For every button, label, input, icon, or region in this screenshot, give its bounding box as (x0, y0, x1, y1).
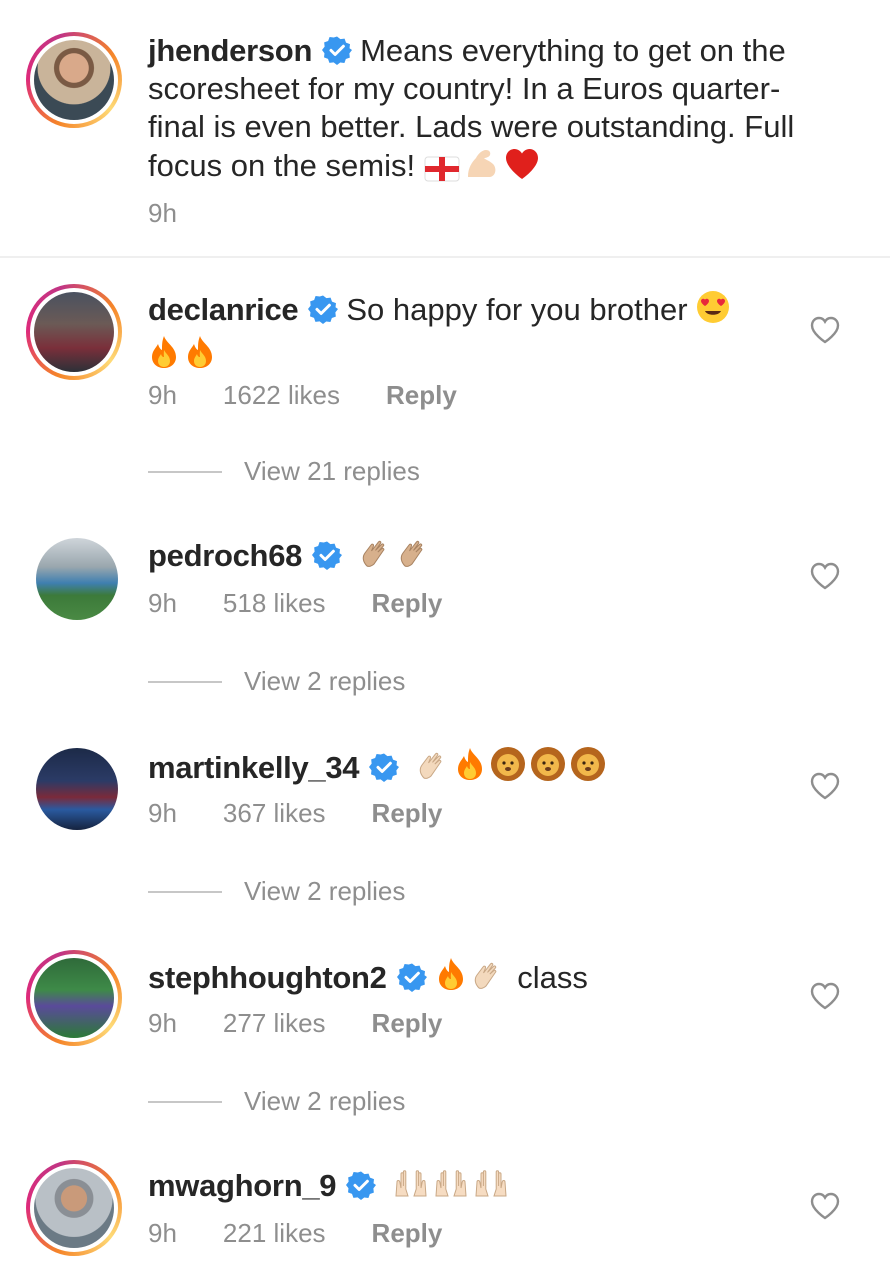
verified-badge-icon (369, 753, 400, 782)
caption-divider (0, 256, 890, 258)
comment-likes[interactable]: 1622 likes (223, 380, 340, 411)
view-replies-button[interactable]: View 2 replies (148, 1086, 405, 1117)
like-heart-icon[interactable] (810, 772, 840, 800)
comment-text: declanrice So happy for you brother (148, 290, 770, 380)
view-replies-button[interactable]: View 2 replies (148, 666, 405, 697)
view-replies-label[interactable]: View 2 replies (244, 666, 405, 697)
like-heart-icon[interactable] (810, 982, 840, 1010)
comment-likes[interactable]: 277 likes (223, 1008, 326, 1039)
caption-meta: 9h (148, 198, 177, 229)
comment-username[interactable]: stephhoughton2 (148, 960, 387, 995)
clapping-hands-icon (359, 536, 393, 580)
clapping-hands-icon (397, 536, 431, 580)
raising-hands-icon (393, 1166, 429, 1210)
comment-avatar[interactable] (26, 284, 122, 380)
caption-avatar[interactable] (26, 32, 122, 128)
verified-badge-icon (396, 963, 427, 992)
comment-avatar[interactable] (36, 538, 118, 620)
reply-button[interactable]: Reply (372, 588, 443, 619)
comment-username[interactable]: mwaghorn_9 (148, 1168, 337, 1203)
comment-body: So happy for you brother (346, 292, 688, 327)
view-replies-button[interactable]: View 2 replies (148, 876, 405, 907)
reply-button[interactable]: Reply (372, 798, 443, 829)
fire-icon (435, 956, 467, 1002)
view-replies-label[interactable]: View 21 replies (244, 456, 420, 487)
comment-time: 9h (148, 798, 177, 828)
red-heart-icon (504, 148, 540, 190)
like-heart-icon[interactable] (810, 562, 840, 590)
comment-username[interactable]: declanrice (148, 292, 299, 327)
view-replies-label[interactable]: View 2 replies (244, 876, 405, 907)
comment-avatar[interactable] (26, 1160, 122, 1256)
fire-icon (454, 746, 486, 792)
flag-england-icon (424, 152, 460, 190)
reply-button[interactable]: Reply (372, 1218, 443, 1249)
like-heart-icon[interactable] (810, 1192, 840, 1220)
comment-text: martinkelly_34 (148, 746, 770, 792)
comment-meta: 9h 1622 likes Reply (148, 380, 457, 411)
heart-eyes-icon (696, 290, 730, 334)
comment-time: 9h (148, 1218, 177, 1248)
fire-icon (148, 334, 180, 380)
comment-meta: 9h 277 likes Reply (148, 1008, 442, 1039)
lion-icon (490, 746, 526, 792)
caption-text: jhenderson Means everything to get on the… (148, 32, 810, 190)
comment-meta: 9h 221 likes Reply (148, 1218, 442, 1249)
comment-username[interactable]: martinkelly_34 (148, 750, 360, 785)
replies-divider-line (148, 890, 222, 893)
comment-body: class (517, 960, 588, 995)
comment-avatar[interactable] (26, 950, 122, 1046)
verified-badge-icon (346, 1171, 377, 1200)
verified-badge-icon (312, 541, 343, 570)
comment-likes[interactable]: 221 likes (223, 1218, 326, 1249)
clapping-hands-icon (416, 748, 450, 792)
replies-divider-line (148, 470, 222, 473)
comment-time: 9h (148, 1008, 177, 1038)
comment-meta: 9h 367 likes Reply (148, 798, 442, 829)
comment-likes[interactable]: 518 likes (223, 588, 326, 619)
reply-button[interactable]: Reply (386, 380, 457, 411)
view-replies-label[interactable]: View 2 replies (244, 1086, 405, 1117)
lion-icon (530, 746, 566, 792)
comment-username[interactable]: pedroch68 (148, 538, 302, 573)
view-replies-button[interactable]: View 21 replies (148, 456, 420, 487)
comment-text: stephhoughton2 class (148, 956, 770, 1002)
comment-time: 9h (148, 380, 177, 410)
raising-hands-icon (473, 1166, 509, 1210)
caption-time: 9h (148, 198, 177, 228)
verified-badge-icon (322, 36, 353, 65)
flexed-biceps-icon (464, 146, 500, 190)
clapping-hands-icon (471, 958, 505, 1002)
comment-text: pedroch68 (148, 536, 770, 580)
caption-username[interactable]: jhenderson (148, 33, 312, 68)
raising-hands-icon (433, 1166, 469, 1210)
comment-meta: 9h 518 likes Reply (148, 588, 442, 619)
replies-divider-line (148, 1100, 222, 1103)
comment-likes[interactable]: 367 likes (223, 798, 326, 829)
comment-text: mwaghorn_9 (148, 1166, 770, 1210)
fire-icon (184, 334, 216, 380)
lion-icon (570, 746, 606, 792)
comment-avatar[interactable] (36, 748, 118, 830)
reply-button[interactable]: Reply (372, 1008, 443, 1039)
comment-time: 9h (148, 588, 177, 618)
like-heart-icon[interactable] (810, 316, 840, 344)
replies-divider-line (148, 680, 222, 683)
verified-badge-icon (308, 295, 339, 324)
